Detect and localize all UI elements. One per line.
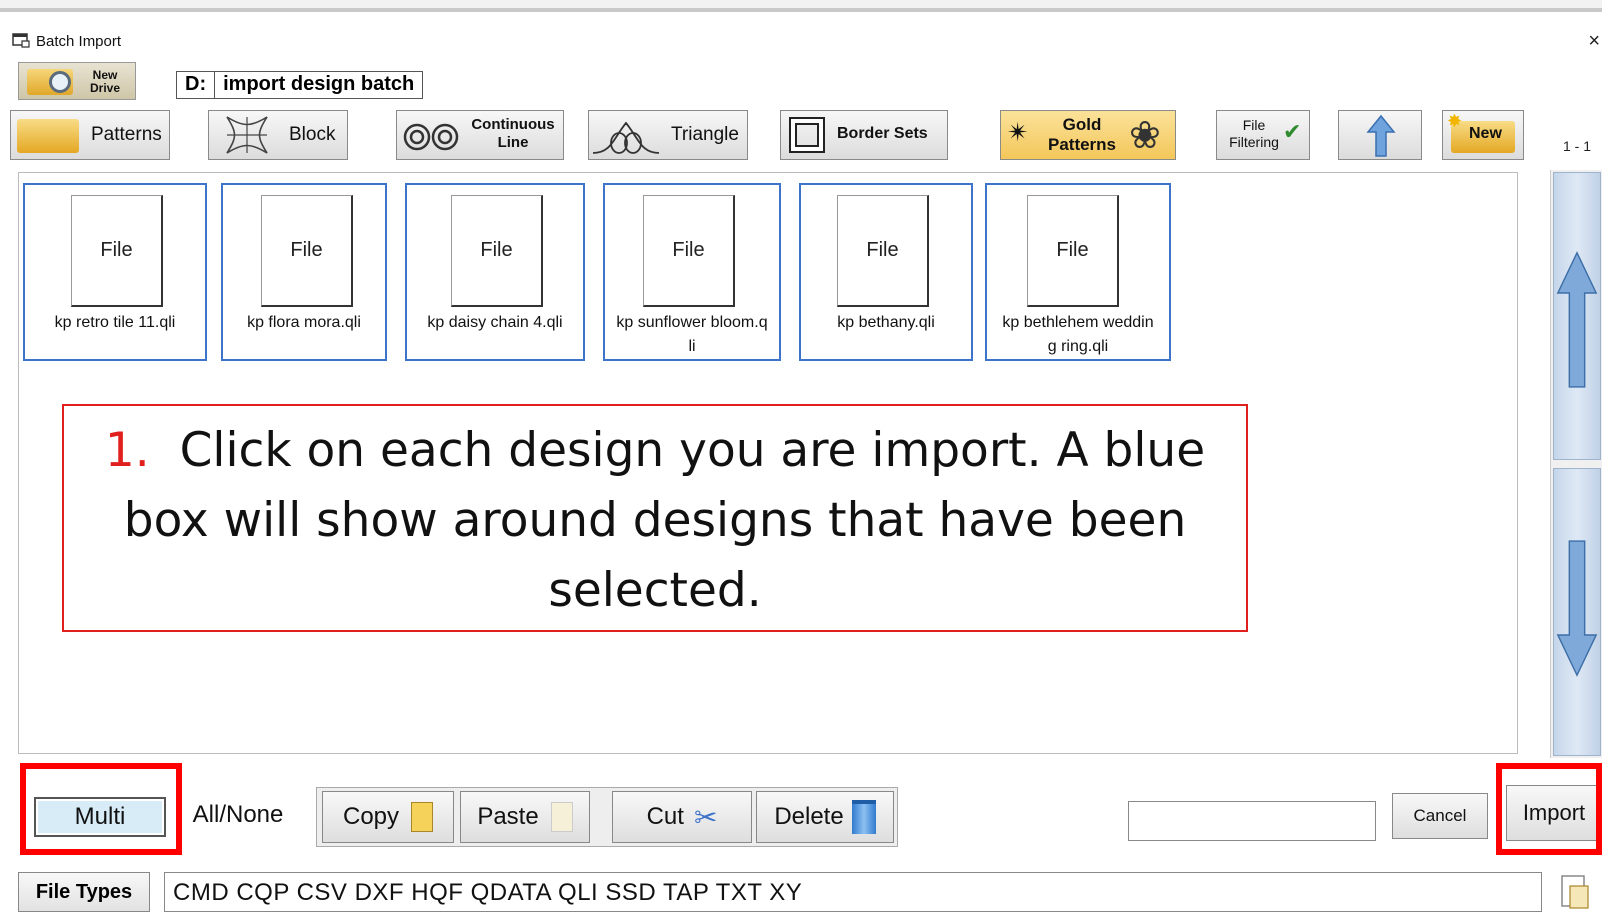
check-icon: ✔ xyxy=(1283,119,1302,144)
file-name: kp daisy chain 4.qli xyxy=(427,314,563,331)
spiral-icon xyxy=(403,123,459,151)
scissors-icon: ✂ xyxy=(693,801,718,833)
file-name: kp flora mora.qli xyxy=(247,314,361,331)
folder-icon xyxy=(17,119,79,153)
multi-highlight-box xyxy=(20,763,182,855)
instruction-text: 1. Click on each design you are import. … xyxy=(64,416,1246,626)
file-filtering-button[interactable]: File Filtering ✔ xyxy=(1216,110,1310,160)
file-tile[interactable]: File kp retro tile 11.qli xyxy=(23,183,207,361)
border-sets-label: Border Sets xyxy=(837,125,928,142)
step-text: Click on each design you are import. A b… xyxy=(123,423,1206,618)
window-top-edge xyxy=(0,0,1602,12)
paste-icon xyxy=(550,802,573,832)
title-bar: Batch Import × xyxy=(0,28,1602,54)
continuous-line-label: Continuous Line xyxy=(471,116,555,151)
import-highlight-box xyxy=(1496,763,1602,855)
triangle-motif-icon xyxy=(592,121,660,154)
file-name: kp bethlehem wedding ring.qli xyxy=(1002,314,1154,355)
scroll-up-button[interactable] xyxy=(1553,172,1601,460)
file-tile[interactable]: File kp flora mora.qli xyxy=(221,183,387,361)
file-name: kp sunflower bloom.qli xyxy=(616,314,768,355)
star-icon: ✸ xyxy=(1447,111,1463,131)
all-none-label: All/None xyxy=(192,801,284,828)
up-arrow-icon xyxy=(1366,114,1396,157)
drive-path-field[interactable]: D: import design batch xyxy=(176,71,424,99)
new-folder-button[interactable]: ✸ New xyxy=(1442,110,1524,160)
cut-button[interactable]: Cut ✂ xyxy=(612,791,752,843)
file-icon: File xyxy=(261,195,353,307)
trash-icon xyxy=(851,800,876,834)
drive-bar: New Drive D: import design batch xyxy=(0,58,1602,102)
triangle-button[interactable]: Triangle xyxy=(588,110,748,160)
file-types-label: File Types xyxy=(35,880,133,903)
file-types-button[interactable]: File Types xyxy=(18,872,150,912)
file-icon: File xyxy=(643,195,735,307)
new-drive-label: New Drive xyxy=(89,68,121,95)
file-name: kp retro tile 11.qli xyxy=(54,314,176,331)
document-icon[interactable] xyxy=(1560,874,1590,910)
delete-label: Delete xyxy=(774,803,844,830)
up-folder-button[interactable] xyxy=(1338,110,1422,160)
gold-patterns-label: Gold Patterns xyxy=(1047,115,1117,154)
block-pattern-icon xyxy=(226,116,268,154)
page-count: 1 - 1 xyxy=(1563,138,1592,154)
block-button[interactable]: Block xyxy=(208,110,348,160)
file-icon: File xyxy=(71,195,163,307)
triangle-label: Triangle xyxy=(671,124,739,145)
paste-label: Paste xyxy=(477,803,539,830)
flower-icon: ❀ xyxy=(1129,115,1161,157)
file-icon: File xyxy=(451,195,543,307)
clipboard-icon xyxy=(411,802,434,832)
close-icon[interactable]: × xyxy=(1588,30,1600,53)
file-name: kp bethany.qli xyxy=(837,314,935,331)
search-input[interactable] xyxy=(1128,801,1376,841)
category-toolbar: Patterns Block Continuous Line Triangle … xyxy=(0,106,1602,164)
file-types-bar: File Types CMD CQP CSV DXF HQF QDATA QLI… xyxy=(0,866,1602,915)
copy-label: Copy xyxy=(342,803,400,830)
file-tile[interactable]: File kp sunflower bloom.qli xyxy=(603,183,781,361)
file-tile[interactable]: File kp bethany.qli xyxy=(799,183,973,361)
app-window-icon xyxy=(12,33,30,48)
file-icon: File xyxy=(1027,195,1119,307)
current-folder: import design batch xyxy=(223,73,415,95)
copy-button[interactable]: Copy xyxy=(322,791,454,843)
patterns-label: Patterns xyxy=(91,124,162,145)
scroll-down-button[interactable] xyxy=(1553,468,1601,756)
cancel-button[interactable]: Cancel xyxy=(1392,793,1488,839)
magnifier-icon xyxy=(49,71,71,93)
border-sets-button[interactable]: Border Sets xyxy=(780,110,948,160)
file-tile[interactable]: File kp bethlehem wedding ring.qli xyxy=(985,183,1171,361)
cut-label: Cut xyxy=(646,803,684,830)
action-bar: Multi All/None Copy Paste Cut ✂ Delete C… xyxy=(0,763,1602,855)
file-tile[interactable]: File kp daisy chain 4.qli xyxy=(405,183,585,361)
new-label: New xyxy=(1469,125,1502,142)
delete-button[interactable]: Delete xyxy=(756,791,894,843)
instruction-callout: 1. Click on each design you are import. … xyxy=(62,404,1248,632)
new-drive-button[interactable]: New Drive xyxy=(18,62,136,100)
file-types-list: CMD CQP CSV DXF HQF QDATA QLI SSD TAP TX… xyxy=(164,872,1542,912)
cancel-label: Cancel xyxy=(1413,806,1467,825)
scroll-down-arrow-icon xyxy=(1556,540,1598,677)
window-title: Batch Import xyxy=(36,33,122,50)
paste-button[interactable]: Paste xyxy=(460,791,590,843)
border-frame-icon xyxy=(789,117,825,153)
sparkle-icon: ✴ xyxy=(1007,117,1029,147)
file-icon: File xyxy=(837,195,929,307)
step-number: 1. xyxy=(104,423,150,478)
drive-letter: D: xyxy=(177,72,216,98)
block-label: Block xyxy=(289,124,336,145)
scroll-up-arrow-icon xyxy=(1556,251,1598,388)
gold-patterns-button[interactable]: ✴ Gold Patterns ❀ xyxy=(1000,110,1176,160)
vertical-scrollbar[interactable] xyxy=(1550,170,1602,758)
patterns-button[interactable]: Patterns xyxy=(10,110,170,160)
continuous-line-button[interactable]: Continuous Line xyxy=(396,110,564,160)
all-none-button[interactable]: All/None xyxy=(176,789,300,841)
file-filtering-label: File Filtering xyxy=(1229,117,1279,150)
